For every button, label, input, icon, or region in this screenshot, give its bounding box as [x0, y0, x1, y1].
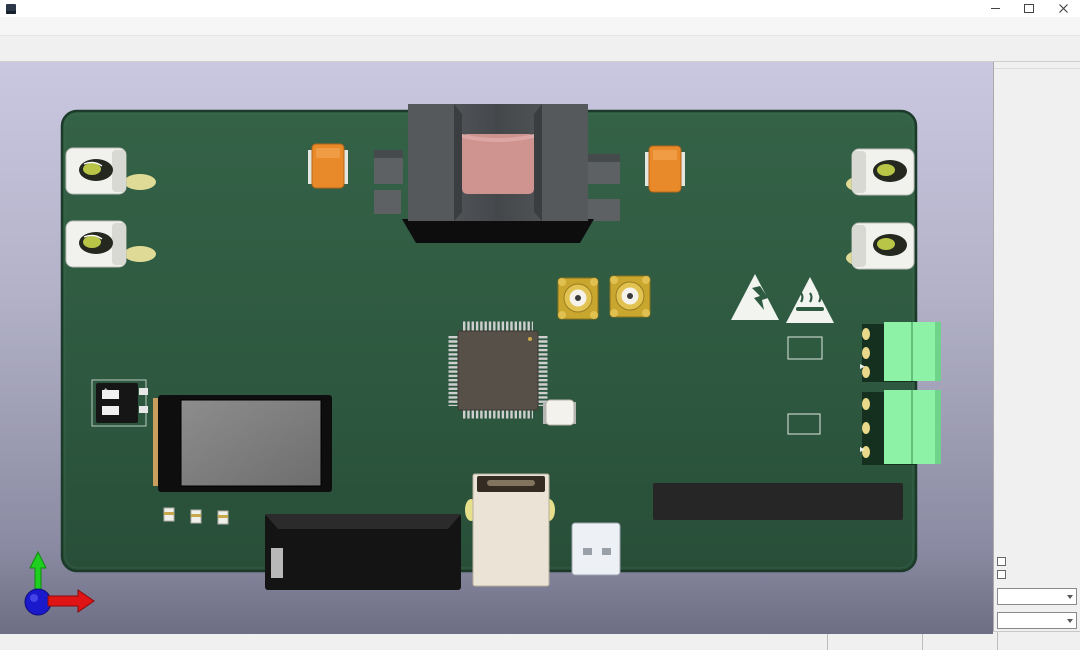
- mosfet-q3: [588, 154, 620, 184]
- toolbar: [0, 36, 1080, 62]
- 3d-viewer-window: +: [0, 0, 1080, 650]
- viewport-dropdown[interactable]: [997, 612, 1077, 629]
- can-terminal: [862, 322, 941, 382]
- close-button[interactable]: [1046, 0, 1080, 17]
- usb-b-connector: [465, 473, 555, 587]
- lcd-display: [153, 395, 332, 492]
- use-stackup-colors-checkbox[interactable]: [997, 555, 1077, 568]
- spring-terminal-j11: [846, 148, 915, 196]
- sma-trig1: [557, 277, 599, 320]
- mosfet-q2: [374, 190, 401, 214]
- 3d-viewport[interactable]: +: [0, 62, 993, 634]
- usb-c-connector: [571, 522, 621, 576]
- status-dy: [922, 632, 997, 650]
- fuse-r17: [645, 145, 685, 193]
- mcu-chip: [448, 321, 548, 419]
- appearance-panel: [993, 62, 1080, 631]
- rs485-terminal: [862, 390, 941, 465]
- crystal-y1: [543, 399, 576, 426]
- status-zoom: [997, 632, 1080, 650]
- spring-terminal-j12: [846, 222, 915, 270]
- transformer: [402, 104, 594, 243]
- preset-dropdown[interactable]: [997, 588, 1077, 605]
- svg-text:+: +: [104, 387, 108, 394]
- app-icon: [6, 3, 16, 14]
- chevron-down-icon: [1067, 618, 1073, 623]
- title-bar: [0, 0, 1080, 17]
- checkbox-box[interactable]: [997, 570, 1006, 579]
- chevron-down-icon: [1067, 594, 1073, 599]
- jtag-connector: [265, 514, 461, 590]
- checkbox-box[interactable]: [997, 557, 1006, 566]
- pcb-render: +: [24, 104, 941, 616]
- sma-trig2: [609, 275, 651, 318]
- mosfet-q4: [588, 199, 620, 221]
- status-dx: [827, 632, 922, 650]
- pin-header: [653, 483, 903, 520]
- use-pcb-editor-colors-checkbox[interactable]: [997, 568, 1077, 581]
- maximize-button[interactable]: [1012, 0, 1046, 17]
- fuse-r10: [308, 143, 348, 189]
- minimize-button[interactable]: [978, 0, 1012, 17]
- appearance-title: [994, 62, 1080, 69]
- mosfet-q1: [374, 150, 403, 184]
- menu-bar: [0, 17, 1080, 36]
